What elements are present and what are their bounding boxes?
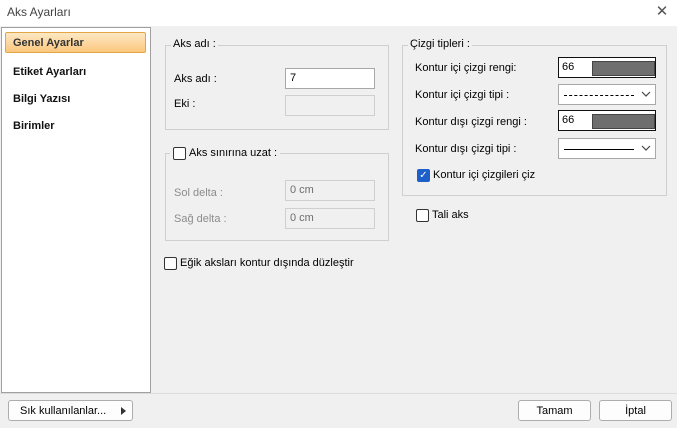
title-bar: Aks Ayarları ✕ (0, 0, 677, 26)
kontur-ici-renk-picker[interactable]: 66 (558, 57, 656, 78)
kontur-disi-tip-select[interactable] (558, 138, 656, 159)
kontur-disi-renk-label: Kontur dışı çizgi rengi : (415, 116, 527, 128)
close-icon[interactable]: ✕ (652, 2, 672, 22)
sol-delta-input[interactable]: 0 cm (285, 180, 375, 201)
kontur-ici-renk-value: 66 (562, 61, 575, 73)
aks-sinir-label: Aks sınırına uzat : (189, 147, 278, 159)
sol-delta-label: Sol delta : (174, 187, 223, 199)
tali-aks-checkbox[interactable] (416, 209, 429, 222)
aks-adi-input[interactable]: 7 (285, 68, 375, 89)
tamam-button[interactable]: Tamam (518, 400, 591, 421)
kontur-ici-tip-select[interactable] (558, 84, 656, 105)
solid-line-preview (564, 149, 634, 150)
kontur-disi-tip-label: Kontur dışı çizgi tipi : (415, 143, 517, 155)
aks-adi-group-title: Aks adı : (171, 38, 218, 50)
chevron-down-icon (641, 145, 651, 151)
aks-sinir-checkbox[interactable] (173, 147, 186, 160)
egik-label: Eğik aksları kontur dışında düzleştir (180, 257, 354, 269)
aks-adi-label: Aks adı : (174, 73, 217, 85)
sik-kullanilanlar-button[interactable]: Sık kullanılanlar... (8, 400, 133, 421)
kontur-ici-ciz-label: Kontur içi çizgileri çiz (433, 169, 536, 181)
sidebar-item-genel-ayarlar[interactable]: Genel Ayarlar (5, 32, 146, 53)
sag-delta-input[interactable]: 0 cm (285, 208, 375, 229)
egik-checkbox[interactable] (164, 257, 177, 270)
triangle-right-icon (121, 407, 126, 415)
kontur-ici-tip-label: Kontur içi çizgi tipi : (415, 89, 510, 101)
kontur-disi-renk-swatch (592, 114, 655, 129)
window-title: Aks Ayarları (7, 5, 71, 19)
iptal-button[interactable]: İptal (599, 400, 672, 421)
kontur-ici-renk-label: Kontur içi çizgi rengi: (415, 62, 517, 74)
kontur-disi-renk-picker[interactable]: 66 (558, 110, 656, 131)
tali-aks-label: Tali aks (432, 209, 469, 221)
kontur-ici-renk-swatch (592, 61, 655, 76)
sidebar-item-bilgi-yazisi[interactable]: Bilgi Yazısı (13, 93, 70, 105)
kontur-ici-ciz-checkbox[interactable]: ✓ (417, 169, 430, 182)
eki-input[interactable] (285, 95, 375, 116)
sidebar: Genel Ayarlar Etiket Ayarları Bilgi Yazı… (1, 27, 151, 393)
checkmark-icon: ✓ (419, 170, 428, 181)
cizgi-tipleri-title: Çizgi tipleri : (408, 38, 472, 50)
sidebar-item-birimler[interactable]: Birimler (13, 120, 55, 132)
sik-kullanilanlar-label: Sık kullanılanlar... (20, 405, 107, 417)
eki-label: Eki : (174, 98, 196, 110)
kontur-disi-renk-value: 66 (562, 114, 575, 126)
sidebar-item-etiket-ayarlari[interactable]: Etiket Ayarları (13, 66, 86, 78)
chevron-down-icon (641, 91, 651, 97)
dash-dot-line-preview (564, 95, 634, 96)
sag-delta-label: Sağ delta : (174, 213, 227, 225)
